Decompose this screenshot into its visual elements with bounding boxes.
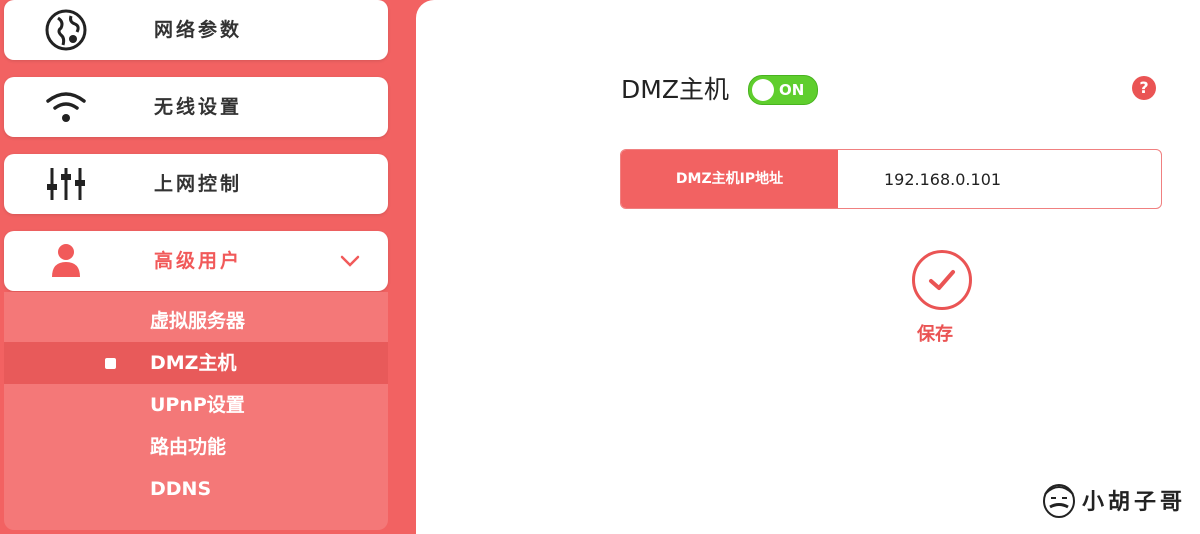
sidebar-item-label: 无线设置 [154,96,243,118]
dmz-ip-label: DMZ主机IP地址 [621,150,838,208]
sidebar-item-wireless[interactable]: 无线设置 [4,77,388,137]
sidebar-item-label: 网络参数 [154,19,243,41]
selected-indicator [105,358,116,369]
main-panel: DMZ主机 ON ? DMZ主机IP地址 保存 小胡子哥 [416,0,1200,534]
dmz-toggle[interactable]: ON [748,75,818,105]
sidebar-item-network[interactable]: 网络参数 [4,0,388,60]
submenu-item-label: UPnP设置 [150,394,245,416]
dmz-ip-row: DMZ主机IP地址 [620,149,1162,209]
watermark: 小胡子哥 [1038,478,1198,522]
user-icon [42,241,90,281]
question-icon[interactable]: ? [1132,76,1156,100]
toggle-state-label: ON [779,81,805,99]
submenu-item-label: DDNS [150,478,212,500]
submenu-item-routing[interactable]: 路由功能 [4,426,388,468]
sidebar-item-label: 上网控制 [154,173,243,195]
submenu-item-dmz[interactable]: DMZ主机 [4,342,388,384]
sliders-icon [42,164,90,204]
page-title: DMZ主机 [621,75,729,104]
wifi-icon [42,87,90,127]
watermark-text: 小胡子哥 [1082,489,1187,515]
dmz-ip-input[interactable] [838,150,1161,208]
toggle-knob [752,79,774,101]
sidebar: 网络参数 无线设置 上网控制 高级用户 虚拟服务器 DMZ主机 UPnP设置 路… [0,0,400,534]
save-label: 保存 [917,324,953,345]
sidebar-item-access-control[interactable]: 上网控制 [4,154,388,214]
sidebar-item-label: 高级用户 [154,250,243,272]
sidebar-item-advanced[interactable]: 高级用户 [4,231,388,291]
submenu-item-ddns[interactable]: DDNS [4,468,388,510]
globe-icon [42,9,90,51]
submenu-item-label: 路由功能 [150,436,227,458]
submenu-item-virtual-server[interactable]: 虚拟服务器 [4,300,388,342]
submenu-item-label: 虚拟服务器 [150,310,246,332]
chevron-down-icon[interactable] [338,249,362,273]
advanced-submenu: 虚拟服务器 DMZ主机 UPnP设置 路由功能 DDNS [4,292,388,530]
check-icon [912,250,972,310]
submenu-item-label: DMZ主机 [150,352,237,374]
face-icon [1040,480,1078,524]
save-button[interactable]: 保存 [912,250,974,346]
submenu-item-upnp[interactable]: UPnP设置 [4,384,388,426]
